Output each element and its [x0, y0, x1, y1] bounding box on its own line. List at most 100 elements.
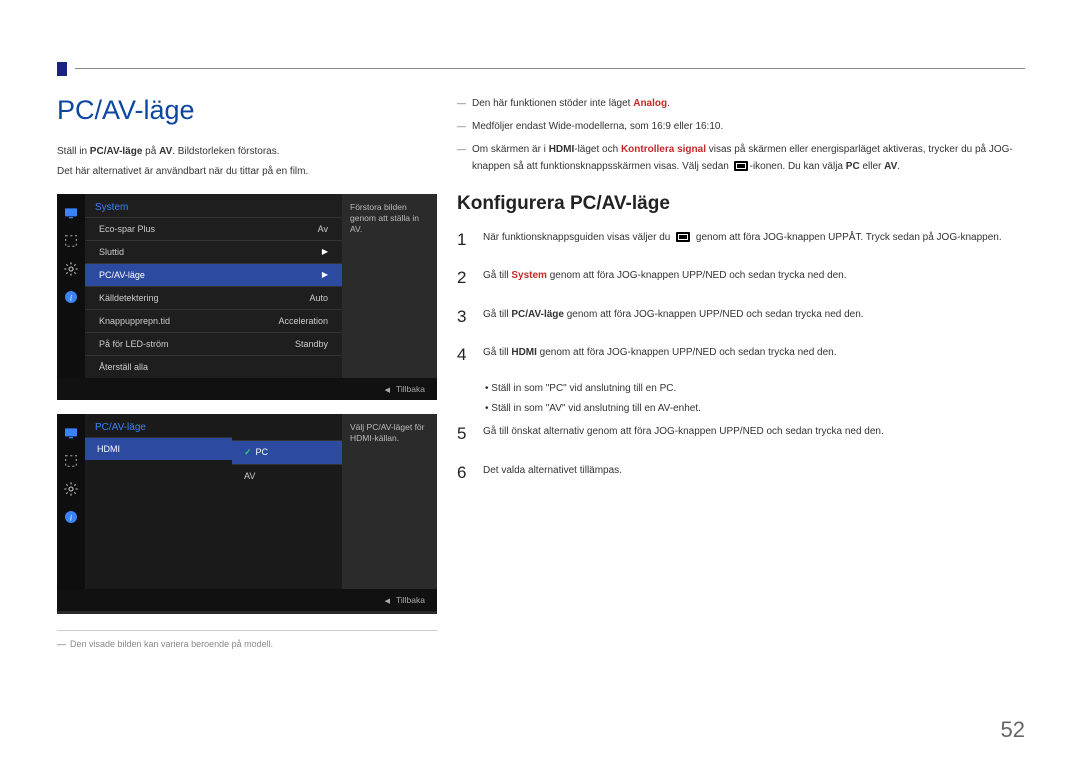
- info-icon: i: [62, 508, 80, 526]
- step-number: 1: [457, 227, 483, 253]
- label: På för LED-ström: [99, 339, 169, 349]
- osd-title: System: [85, 194, 342, 217]
- bold: PC/AV-läge: [511, 309, 564, 320]
- dash-icon: ―: [57, 639, 66, 649]
- osd-source-list: PC/AV-läge HDMI: [85, 414, 232, 589]
- text: Gå till önskat alternativ genom att föra…: [483, 421, 1025, 447]
- text: Gå till: [483, 309, 511, 320]
- divider: [57, 630, 437, 631]
- sub-bullets: Ställ in som "PC" vid anslutning till en…: [485, 380, 1025, 417]
- label: Sluttid: [99, 247, 124, 257]
- value: Acceleration: [278, 316, 328, 326]
- page-number: 52: [1001, 717, 1025, 743]
- label: Källdetektering: [99, 293, 159, 303]
- step-6: 6 Det valda alternativet tillämpas.: [457, 460, 1025, 486]
- expand-icon: [62, 232, 80, 250]
- note-line: ―Den här funktionen stöder inte läget An…: [457, 95, 1025, 112]
- osd-title: PC/AV-läge: [85, 414, 232, 437]
- osd-row: Eco-spar Plus Av: [85, 217, 342, 240]
- osd-row: Sluttid ▶: [85, 240, 342, 263]
- text: När funktionsknappsguiden visas väljer d…: [483, 232, 673, 243]
- value: Auto: [309, 293, 328, 303]
- text: genom att föra JOG-knappen UPP/NED och s…: [537, 347, 837, 358]
- osd-option-pc: ✓ PC: [232, 440, 342, 464]
- expand-icon: [62, 452, 80, 470]
- gear-icon: [62, 480, 80, 498]
- value: Av: [318, 224, 328, 234]
- text: Gå till: [483, 270, 511, 281]
- osd-row-selected: PC/AV-läge▶: [85, 263, 342, 286]
- gear-icon: [62, 260, 80, 278]
- step-5: 5 Gå till önskat alternativ genom att fö…: [457, 421, 1025, 447]
- note-line: ― Om skärmen är i HDMI-läget och Kontrol…: [457, 141, 1025, 175]
- text: på: [142, 146, 159, 157]
- highlight: Kontrollera signal: [621, 144, 706, 155]
- osd-row: Knappupprepn.tid Acceleration: [85, 309, 342, 332]
- osd-row: Återställ alla: [85, 355, 342, 378]
- step-3: 3 Gå till PC/AV-läge genom att föra JOG-…: [457, 304, 1025, 330]
- text: Ställ in: [57, 146, 90, 157]
- label: PC: [256, 447, 269, 457]
- back-label: Tillbaka: [396, 384, 425, 394]
- text: Det valda alternativet tillämpas.: [483, 460, 1025, 486]
- text: eller: [860, 161, 884, 172]
- text: -läget och: [574, 144, 621, 155]
- step-number: 2: [457, 265, 483, 291]
- text: .: [667, 98, 670, 109]
- bold: AV: [159, 146, 172, 157]
- menu-icon: [734, 161, 748, 171]
- back-arrow-icon: ◀: [385, 598, 390, 605]
- check-icon: ✓: [244, 447, 252, 457]
- text: genom att föra JOG-knappen UPPÅT. Tryck …: [693, 232, 1002, 243]
- osd-row: På för LED-ström Standby: [85, 332, 342, 355]
- back-label: Tillbaka: [396, 595, 425, 605]
- value: Standby: [295, 339, 328, 349]
- text: genom att föra JOG-knappen UPP/NED och s…: [564, 309, 864, 320]
- osd-panel-pcav: i PC/AV-läge HDMI ✓PC AV Välj PC/AV-läge…: [57, 414, 437, 614]
- text: Gå till: [483, 347, 511, 358]
- text: Den här funktionen stöder inte läget: [472, 98, 633, 109]
- osd-sidebar: i: [57, 194, 85, 378]
- osd-item-hdmi: HDMI: [85, 437, 232, 460]
- step-2: 2 Gå till System genom att föra JOG-knap…: [457, 265, 1025, 291]
- osd-footer: ◀ Tillbaka: [57, 378, 437, 400]
- note-line: ―Medföljer endast Wide-modellerna, som 1…: [457, 118, 1025, 135]
- notes-block: ― Den här funktionen stöder inte läget An…: [457, 95, 1025, 175]
- bold: HDMI: [511, 347, 537, 358]
- osd-panel-system: i System Eco-spar Plus Av Sluttid ▶ PC/AV-…: [57, 194, 437, 400]
- osd-help-text: Välj PC/AV-läget för HDMI-källan.: [342, 414, 437, 589]
- page-content: PC/AV-läge Ställ in PC/AV-läge på AV. Bi…: [57, 95, 1025, 649]
- header-rule: [75, 68, 1025, 69]
- highlight: Analog: [633, 98, 667, 109]
- highlight: System: [511, 270, 547, 281]
- header-accent: [57, 62, 67, 76]
- menu-icon: [676, 232, 690, 242]
- label: Knappupprepn.tid: [99, 316, 170, 326]
- text: genom att föra JOG-knappen UPP/NED och s…: [547, 270, 847, 281]
- monitor-icon: [62, 204, 80, 222]
- step-number: 6: [457, 460, 483, 486]
- bold: HDMI: [549, 144, 575, 155]
- back-arrow-icon: ◀: [385, 387, 390, 394]
- bold: AV: [884, 161, 897, 172]
- osd-footer: ◀ Tillbaka: [57, 589, 437, 611]
- footnote: ― Den visade bilden kan variera beroende …: [57, 639, 437, 649]
- right-column: ― Den här funktionen stöder inte läget An…: [457, 95, 1025, 649]
- info-icon: i: [62, 288, 80, 306]
- osd-row: Källdetektering Auto: [85, 286, 342, 309]
- osd-main: System Eco-spar Plus Av Sluttid ▶ PC/AV-lä…: [85, 194, 342, 378]
- footnote-text: Den visade bilden kan variera beroende p…: [70, 639, 273, 649]
- bold: PC: [846, 161, 860, 172]
- bold: PC/AV-läge: [90, 146, 143, 157]
- osd-help-text: Förstora bilden genom att ställa in AV.: [342, 194, 437, 378]
- step-4: 4 Gå till HDMI genom att föra JOG-knappe…: [457, 342, 1025, 368]
- arrow-icon: ▶: [322, 247, 328, 257]
- label: PC/AV-läge: [99, 270, 145, 280]
- label: Eco-spar Plus: [99, 224, 155, 234]
- dash-icon: ―: [457, 119, 466, 135]
- text: . Bildstorleken förstoras.: [172, 146, 279, 157]
- page-title: PC/AV-läge: [57, 95, 437, 126]
- intro-line-2: Det här alternativet är användbart när d…: [57, 164, 437, 180]
- osd-options: ✓PC AV: [232, 414, 342, 589]
- section-heading: Konfigurera PC/AV-läge: [457, 193, 1025, 215]
